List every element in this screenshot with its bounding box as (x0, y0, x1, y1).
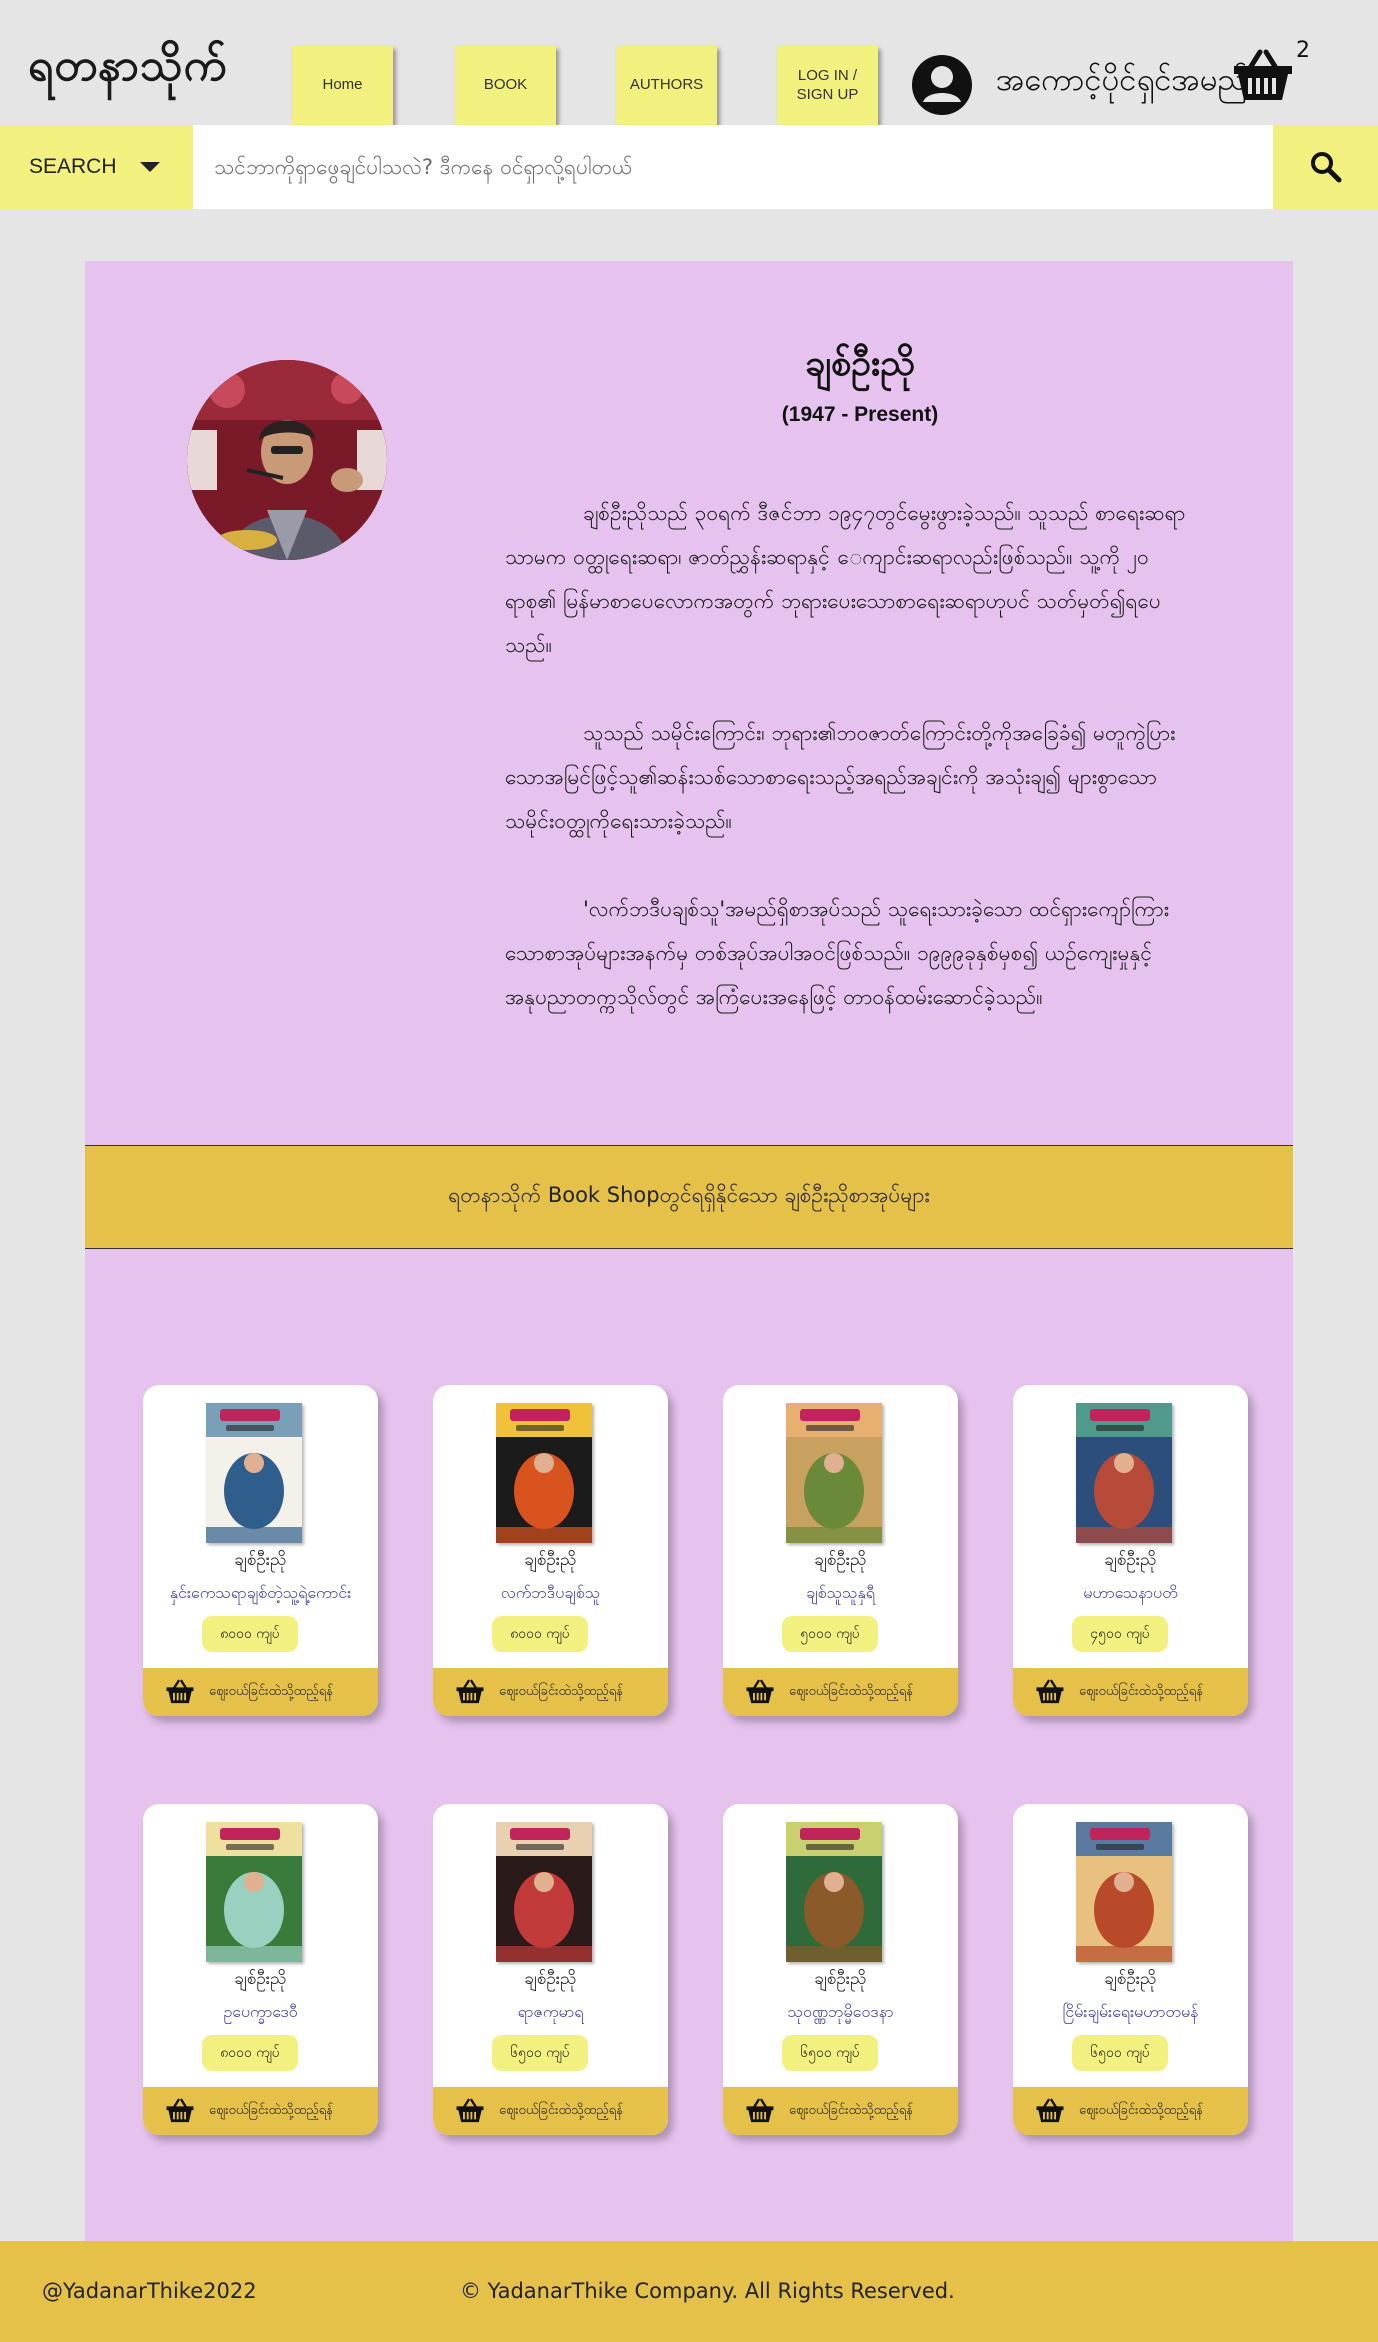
book-price: ၄၅၀၀ ကျပ် (1072, 1616, 1168, 1652)
book-cover-image[interactable] (786, 1822, 882, 1962)
top-bar: ရတနာသိုက် Home BOOK AUTHORS LOG IN / SIG… (0, 0, 1378, 125)
book-title-link[interactable]: သုဝဏ္ဏဘုမ္မိဝေဒနာ (723, 2001, 958, 2025)
author-biography: ချစ်ဦးညိုသည် ၃၀ရက် ဒီဇင်ဘာ ၁၉၄၇တွင်မွေးဖ… (505, 491, 1205, 1063)
book-price: ၆၅၀၀ ကျပ် (782, 2035, 878, 2071)
search-input[interactable] (193, 125, 1273, 209)
basket-icon (166, 1679, 194, 1704)
book-title-link[interactable]: မဟာသေနာပတိ (1013, 1582, 1248, 1606)
cart-count-badge: 2 (1296, 38, 1310, 63)
book-cover-image[interactable] (496, 1822, 592, 1962)
book-card[interactable]: ချစ်ဦးညိုဥပေက္ခာဒေဝီ၈၀၀၀ ကျပ်ဈေးဝယ်ခြင်း… (143, 1804, 378, 2135)
search-bar: SEARCH (0, 125, 1378, 209)
bio-paragraph: 'လက်ဘဒီပချစ်သူ'အမည်ရှိစာအုပ်သည် သူရေးသား… (505, 897, 1170, 1009)
basket-icon (456, 1679, 484, 1704)
book-title-link[interactable]: ရာဇကုမာရ (433, 2001, 668, 2025)
author-name-heading: ချစ်ဦးညို (804, 343, 916, 384)
book-price: ၆၅၀၀ ကျပ် (492, 2035, 588, 2071)
book-author: ချစ်ဦးညို (524, 1550, 577, 1570)
book-card[interactable]: ချစ်ဦးညိုသုဝဏ္ဏဘုမ္မိဝေဒနာ၆၅၀၀ ကျပ်ဈေးဝယ… (723, 1804, 958, 2135)
book-price: ၈၀၀၀ ကျပ် (202, 2035, 298, 2071)
add-to-cart-button[interactable]: ဈေးဝယ်ခြင်းထဲသို့ထည့်ရန် (143, 1668, 378, 1716)
add-to-cart-button[interactable]: ဈေးဝယ်ခြင်းထဲသို့ထည့်ရန် (433, 2087, 668, 2135)
add-to-cart-label: ဈေးဝယ်ခြင်းထဲသို့ထည့်ရန် (789, 2102, 913, 2118)
add-to-cart-label: ဈေးဝယ်ခြင်းထဲသို့ထည့်ရန် (1079, 2102, 1203, 2118)
search-icon (1310, 152, 1341, 183)
book-cover-image[interactable] (1076, 1822, 1172, 1962)
account-name[interactable]: အကောင့်ပိုင်ရှင်အမည် (996, 60, 1248, 106)
add-to-cart-label: ဈေးဝယ်ခြင်းထဲသို့ထည့်ရန် (499, 2102, 623, 2118)
book-title-link[interactable]: ဥပေက္ခာဒေဝီ (143, 2001, 378, 2025)
book-author: ချစ်ဦးညို (234, 1550, 287, 1570)
book-title-link[interactable]: လက်ဘဒီပချစ်သူ (433, 1582, 668, 1606)
nav-login-button[interactable]: LOG IN / SIGN UP (777, 46, 878, 125)
book-price: ၈၀၀၀ ကျပ် (492, 1616, 588, 1652)
add-to-cart-label: ဈေးဝယ်ခြင်းထဲသို့ထည့်ရန် (209, 1683, 333, 1699)
add-to-cart-label: ဈေးဝယ်ခြင်းထဲသို့ထည့်ရန် (1079, 1683, 1203, 1699)
book-author: ချစ်ဦးညို (814, 1969, 867, 1989)
book-card[interactable]: ချစ်ဦးညိုရာဇကုမာရ၆၅၀၀ ကျပ်ဈေးဝယ်ခြင်းထဲသ… (433, 1804, 668, 2135)
basket-icon (746, 1679, 774, 1704)
chevron-down-icon (140, 162, 160, 172)
user-circle-icon[interactable] (911, 54, 973, 116)
add-to-cart-label: ဈေးဝယ်ခြင်းထဲသို့ထည့်ရန် (499, 1683, 623, 1699)
book-price: ၈၀၀၀ ကျပ် (202, 1616, 298, 1652)
signup-label: SIGN UP (796, 85, 859, 103)
nav-book-button[interactable]: BOOK (455, 46, 556, 125)
book-cover-image[interactable] (206, 1403, 302, 1543)
nav-authors-button[interactable]: AUTHORS (616, 46, 717, 125)
author-panel: ချစ်ဦးညို (1947 - Present) ချစ်ဦးညိုသည် … (85, 261, 1293, 2241)
add-to-cart-label: ဈေးဝယ်ခြင်းထဲသို့ထည့်ရန် (789, 1683, 913, 1699)
basket-icon[interactable] (1232, 48, 1294, 104)
footer-social-handle[interactable]: @YadanarThike2022 (42, 2279, 257, 2303)
book-cover-image[interactable] (496, 1403, 592, 1543)
book-author: ချစ်ဦးညို (1104, 1969, 1157, 1989)
search-select-label: SEARCH (29, 155, 117, 178)
login-label: LOG IN / (797, 66, 858, 84)
footer-copyright: © YadanarThike Company. All Rights Reser… (460, 2279, 955, 2303)
add-to-cart-button[interactable]: ဈေးဝယ်ခြင်းထဲသို့ထည့်ရန် (723, 2087, 958, 2135)
book-price: ၅၀၀၀ ကျပ် (782, 1616, 878, 1652)
add-to-cart-button[interactable]: ဈေးဝယ်ခြင်းထဲသို့ထည့်ရန် (1013, 1668, 1248, 1716)
basket-icon (1036, 1679, 1064, 1704)
basket-icon (1036, 2098, 1064, 2123)
basket-icon (166, 2098, 194, 2123)
book-card[interactable]: ချစ်ဦးညိုမဟာသေနာပတိ၄၅၀၀ ကျပ်ဈေးဝယ်ခြင်းထ… (1013, 1385, 1248, 1716)
author-portrait-image (187, 360, 387, 560)
book-author: ချစ်ဦးညို (1104, 1550, 1157, 1570)
book-price: ၆၅၀၀ ကျပ် (1072, 2035, 1168, 2071)
search-button[interactable] (1273, 125, 1378, 209)
book-card[interactable]: ချစ်ဦးညိုလက်ဘဒီပချစ်သူ၈၀၀၀ ကျပ်ဈေးဝယ်ခြင… (433, 1385, 668, 1716)
author-photo (187, 360, 387, 560)
footer: @YadanarThike2022 © YadanarThike Company… (0, 2241, 1378, 2342)
site-logo[interactable]: ရတနာသိုက် (28, 38, 228, 102)
book-author: ချစ်ဦးညို (234, 1969, 287, 1989)
book-card[interactable]: ချစ်ဦးညိုနှင်းကေသရာချစ်တဲ့သူ့ရဲ့ကောင်း၈၀… (143, 1385, 378, 1716)
book-title-link[interactable]: ငြိမ်းချမ်းရေးမဟာတမန် (1013, 2001, 1248, 2025)
add-to-cart-label: ဈေးဝယ်ခြင်းထဲသို့ထည့်ရန် (209, 2102, 333, 2118)
book-author: ချစ်ဦးညို (524, 1969, 577, 1989)
add-to-cart-button[interactable]: ဈေးဝယ်ခြင်းထဲသို့ထည့်ရန် (143, 2087, 378, 2135)
book-card[interactable]: ချစ်ဦးညိုငြိမ်းချမ်းရေးမဟာတမန်၆၅၀၀ ကျပ်ဈ… (1013, 1804, 1248, 2135)
bio-paragraph: သူသည် သမိုင်းကြောင်း၊ ဘုရား၏ဘဝဇာတ်ကြောင်… (505, 721, 1176, 833)
add-to-cart-button[interactable]: ဈေးဝယ်ခြင်းထဲသို့ထည့်ရန် (723, 1668, 958, 1716)
add-to-cart-button[interactable]: ဈေးဝယ်ခြင်းထဲသို့ထည့်ရန် (433, 1668, 668, 1716)
book-title-link[interactable]: ချစ်သူသူနှရီ (723, 1582, 958, 1606)
bio-paragraph: ချစ်ဦးညိုသည် ၃၀ရက် ဒီဇင်ဘာ ၁၉၄၇တွင်မွေးဖ… (505, 501, 1186, 657)
basket-icon (456, 2098, 484, 2123)
book-cover-image[interactable] (1076, 1403, 1172, 1543)
books-section-heading: ရတနာသိုက် Book Shopတွင်ရရှိနိုင်သော ချစ်… (85, 1145, 1293, 1249)
book-cover-image[interactable] (786, 1403, 882, 1543)
add-to-cart-button[interactable]: ဈေးဝယ်ခြင်းထဲသို့ထည့်ရန် (1013, 2087, 1248, 2135)
book-card[interactable]: ချစ်ဦးညိုချစ်သူသူနှရီ၅၀၀၀ ကျပ်ဈေးဝယ်ခြင်… (723, 1385, 958, 1716)
nav-home-button[interactable]: Home (292, 46, 393, 125)
book-author: ချစ်ဦးညို (814, 1550, 867, 1570)
book-cover-image[interactable] (206, 1822, 302, 1962)
search-category-select[interactable]: SEARCH (0, 125, 193, 209)
book-title-link[interactable]: နှင်းကေသရာချစ်တဲ့သူ့ရဲ့ကောင်း (143, 1582, 378, 1606)
author-years: (1947 - Present) (781, 403, 939, 426)
basket-icon (746, 2098, 774, 2123)
